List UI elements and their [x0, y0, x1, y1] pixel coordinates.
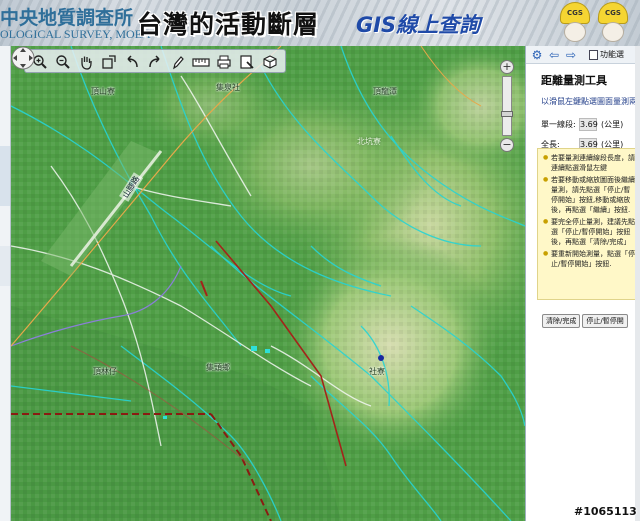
cube-icon — [263, 55, 277, 69]
map-label-village: 頂山寮 — [91, 87, 115, 96]
mascot-helmet-left: CGS — [560, 2, 590, 24]
help-item: 若要移動或縮放圖面後繼續量測，請先點選「停止/暫停開始」按鈕,移動或縮放後，再點… — [543, 175, 636, 215]
pan-hand-icon — [81, 56, 92, 70]
site-subtitle: GIS線上查詢 — [356, 13, 481, 37]
pan-arrows-icon[interactable] — [11, 46, 35, 70]
segment-label: 單一線段: — [541, 119, 576, 129]
map-label-village: 北坑寮 — [357, 137, 381, 146]
pan-tool[interactable] — [75, 52, 97, 72]
clear-finish-button[interactable]: 清除/完成 — [542, 314, 581, 328]
zoom-box-tool[interactable] — [98, 52, 120, 72]
pencil-icon — [173, 56, 184, 70]
map-label-village: 頂林仔 — [93, 367, 117, 376]
panel-buttons: 清除/完成 停止/暫停開 — [542, 314, 628, 328]
forward-arrow-icon[interactable]: ⇨ — [564, 48, 578, 62]
undo-arrow-icon — [127, 55, 138, 68]
segment-measurement: 單一線段: 3.69 (公里) — [541, 117, 640, 131]
function-select-label: 功能選 — [600, 50, 624, 59]
zoom-out-icon — [56, 55, 70, 69]
zoom-thumb[interactable] — [501, 111, 513, 117]
segment-unit: (公里) — [601, 119, 624, 129]
back-arrow-icon[interactable]: ⇦ — [547, 48, 561, 62]
panel-hint: 以滑鼠左鍵點選圖面量測兩點 — [541, 97, 640, 106]
panel-title: 距離量測工具 — [541, 74, 607, 87]
zoom-out-button[interactable]: − — [500, 138, 514, 152]
measure-tool[interactable] — [190, 52, 212, 72]
map-label-village: 頂龍潭 — [373, 87, 397, 96]
org-name-cn: 中央地質調查所 — [0, 7, 134, 29]
map-toolbar — [24, 49, 286, 73]
identify-icon — [240, 55, 254, 69]
mascot-face-left — [564, 22, 586, 42]
header-banner: 中央地質調查所 OLOGICAL SURVEY, MOEA 台灣的活動斷層 GI… — [0, 0, 640, 46]
zoom-slider: + − — [498, 60, 516, 152]
left-panel-tab[interactable] — [0, 146, 10, 206]
mascot-logo: CGS CGS — [556, 0, 640, 46]
org-name-en: OLOGICAL SURVEY, MOEA — [0, 27, 151, 41]
panel-nav: ⚙ ⇦ ⇨ 功能選 — [526, 46, 640, 64]
terrain-map — [11, 46, 525, 521]
segment-value: 3.69 — [579, 117, 598, 131]
panel-scrollbar[interactable] — [635, 46, 640, 521]
mascot-helmet-right: CGS — [598, 2, 628, 24]
select-tool[interactable] — [259, 52, 281, 72]
zoom-out-tool[interactable] — [52, 52, 74, 72]
help-item: 若要量測連續線段長度，請連續點選滑鼠左鍵 — [543, 153, 636, 173]
zoom-in-button[interactable]: + — [500, 60, 514, 74]
back-tool[interactable] — [121, 52, 143, 72]
print-icon — [217, 55, 231, 69]
gear-icon[interactable]: ⚙ — [530, 48, 544, 62]
query-tool[interactable] — [236, 52, 258, 72]
help-item: 要完全停止量測，建議先點選「停止/暫停開始」按鈕後，再點選「清除/完成」 — [543, 217, 636, 247]
site-title: 台灣的活動斷層 — [137, 10, 320, 39]
left-panel-strip[interactable] — [0, 46, 11, 521]
left-panel-tab[interactable] — [0, 246, 10, 286]
zoom-box-icon — [102, 55, 116, 69]
print-tool[interactable] — [213, 52, 235, 72]
map-label-village: 集泉社 — [216, 83, 240, 92]
stop-pause-button[interactable]: 停止/暫停開 — [582, 314, 628, 328]
mascot-face-right — [602, 22, 624, 42]
draw-tool[interactable] — [167, 52, 189, 72]
document-icon — [589, 49, 598, 60]
map-view[interactable]: 頂山寮 集泉社 頂龍潭 北坑寮 頂林仔 集頭鄉 社寮 山腳路 + − — [11, 46, 525, 521]
watermark: #1065113 — [574, 505, 637, 518]
help-item: 要重新開始測量，點選「停止/暫停開始」按鈕. — [543, 249, 636, 269]
zoom-track[interactable] — [501, 76, 513, 136]
map-label-village: 集頭鄉 — [206, 363, 230, 372]
ruler-icon — [192, 58, 210, 67]
redo-arrow-icon — [149, 55, 160, 68]
tool-panel: ⚙ ⇦ ⇨ 功能選 距離量測工具 以滑鼠左鍵點選圖面量測兩點 單一線段: 3.6… — [525, 46, 640, 521]
app-root: 中央地質調查所 OLOGICAL SURVEY, MOEA 台灣的活動斷層 GI… — [0, 0, 640, 521]
help-box: 若要量測連續線段長度，請連續點選滑鼠左鍵 若要移動或縮放圖面後繼續量測，請先點選… — [537, 148, 640, 300]
map-label-village: 社寮 — [369, 367, 385, 376]
function-select-button[interactable]: 功能選 — [589, 49, 624, 60]
forward-tool[interactable] — [144, 52, 166, 72]
